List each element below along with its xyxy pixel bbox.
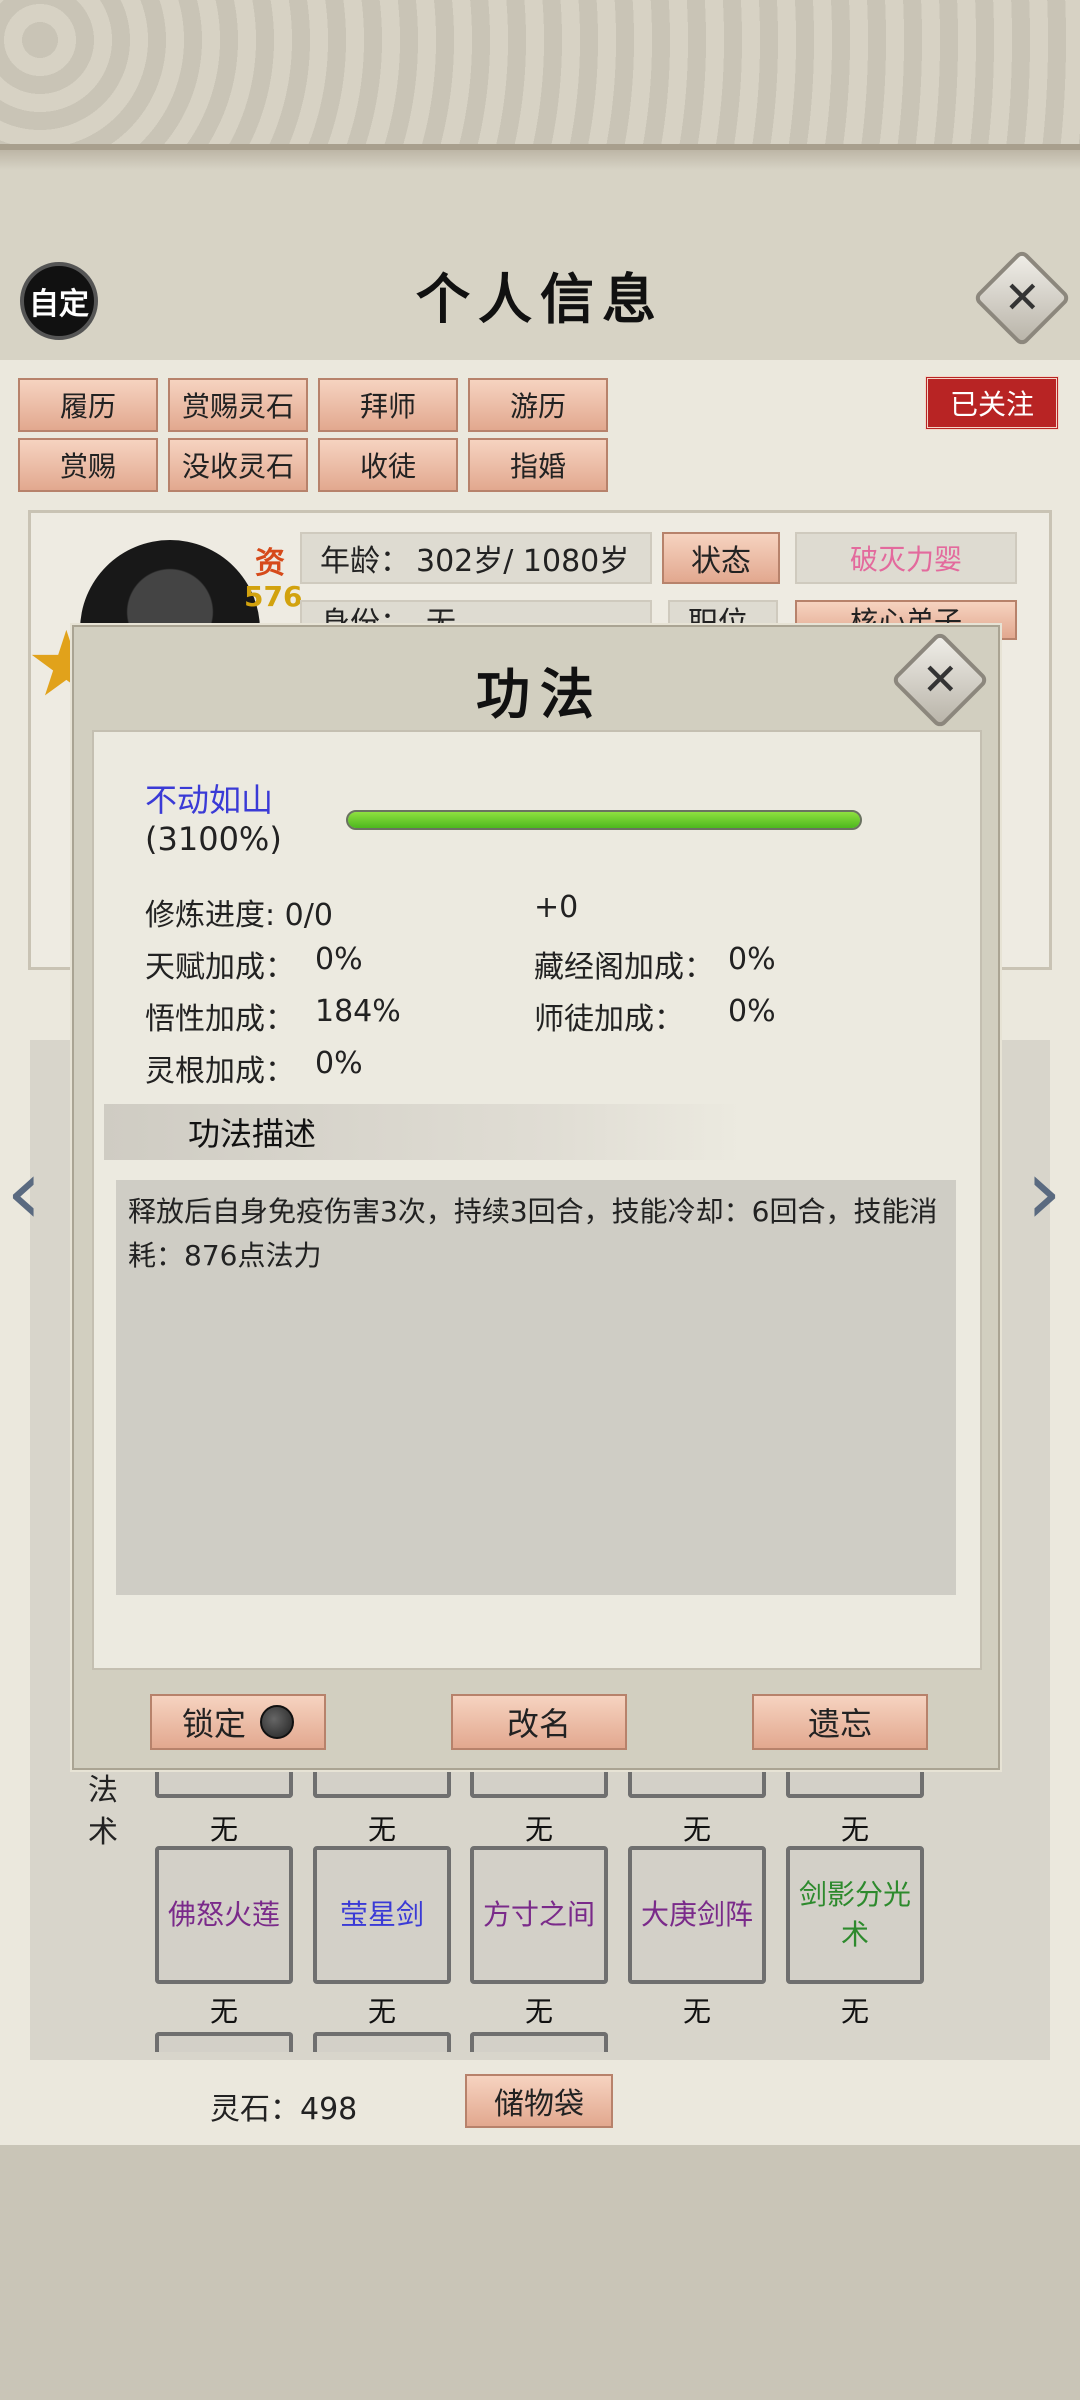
talent-stat-value: 0% (315, 942, 363, 977)
resume-button[interactable]: 履历 (18, 378, 158, 432)
top-decoration-shadow (0, 150, 1080, 170)
reward-stone-button[interactable]: 赏赐灵石 (168, 378, 308, 432)
page-title: 个人信息 (416, 267, 664, 331)
close-icon: ✕ (1003, 272, 1041, 323)
travel-button[interactable]: 游历 (468, 378, 608, 432)
skill-progress-bar (346, 810, 862, 830)
next-arrow-icon[interactable]: › (1026, 1140, 1062, 1245)
skill-section-label: 法 术 (88, 1770, 128, 1854)
slot-none-label: 无 (840, 1995, 869, 2028)
skill-slot-fo-nu-huo-lian[interactable]: 佛怒火莲 (155, 1846, 293, 1984)
top-decoration (0, 0, 1080, 150)
insight-stat-label: 悟性加成： (145, 1002, 295, 1037)
slot-none-label: 无 (367, 1995, 396, 2028)
skill-description: 释放后自身免疫伤害3次，持续3回合，技能冷却：6回合，技能消耗：876点法力 (116, 1180, 956, 1595)
aptitude-label: 资 (255, 546, 285, 581)
slot-none-label: 无 (524, 1995, 553, 2028)
lock-button[interactable]: 锁定 (150, 1694, 326, 1750)
master-stat-value: 0% (728, 994, 776, 1029)
skill-slot-ying-xing-jian[interactable]: 莹星剑 (313, 1846, 451, 1984)
skill-name: 不动如山 (145, 781, 274, 819)
skill-slot-name: 大庚剑阵 (640, 1898, 753, 1931)
age-value: 302岁/ 1080岁 (416, 544, 630, 579)
skill-slot-da-geng-jian-zhen[interactable]: 大庚剑阵 (628, 1846, 766, 1984)
page-close-button[interactable]: ✕ (972, 248, 1072, 348)
master-stat-label: 师徒加成： (534, 1002, 684, 1037)
progress-bonus: +0 (534, 890, 579, 925)
realm-badge: 破灭力婴 (795, 532, 1017, 584)
library-stat-label: 藏经阁加成： (534, 950, 714, 985)
library-stat-value: 0% (728, 942, 776, 977)
age-field: 年龄： 302岁/ 1080岁 (300, 532, 652, 584)
root-stat-value: 0% (315, 1046, 363, 1081)
progress-stat: 修炼进度: 0/0 (145, 898, 333, 933)
lock-button-label: 锁定 (181, 1705, 246, 1743)
slot-none-label: 无 (840, 1813, 869, 1846)
root-stat-label: 灵根加成： (145, 1054, 295, 1089)
insight-stat-value: 184% (315, 994, 401, 1029)
bottom-strip (0, 2145, 1080, 2400)
skill-slot-name: 方寸之间 (482, 1898, 595, 1931)
age-label: 年龄： (320, 544, 410, 579)
prev-arrow-icon[interactable]: ‹ (6, 1140, 42, 1245)
slot-none-label: 无 (367, 1813, 396, 1846)
spirit-stone-count: 灵石：498 (210, 2092, 358, 2127)
custom-button[interactable]: 自定 (20, 262, 98, 340)
confiscate-stone-button[interactable]: 没收灵石 (168, 438, 308, 492)
skill-slot-name: 佛怒火莲 (167, 1898, 280, 1931)
close-icon: ✕ (921, 654, 959, 705)
skill-section-label-2: 术 (88, 1815, 118, 1850)
forget-button[interactable]: 遗忘 (752, 1694, 928, 1750)
description-header: 功法描述 (104, 1104, 744, 1160)
skill-slot-name: 剑影分光术 (798, 1878, 911, 1951)
skill-slot-jian-ying-fen-guang[interactable]: 剑影分光术 (786, 1846, 924, 1984)
lock-toggle-icon (260, 1705, 294, 1739)
skill-progress-fill (348, 812, 860, 828)
skill-slot-name: 莹星剑 (339, 1898, 424, 1931)
skill-slot-bottom-2[interactable] (313, 2032, 451, 2052)
slot-none-label: 无 (682, 1813, 711, 1846)
modal-title: 功法 (476, 662, 604, 726)
arrange-marriage-button[interactable]: 指婚 (468, 438, 608, 492)
take-master-button[interactable]: 拜师 (318, 378, 458, 432)
rename-button[interactable]: 改名 (451, 1694, 627, 1750)
skill-percent: (3100%) (145, 820, 282, 858)
skill-section-label-1: 法 (88, 1773, 118, 1808)
skill-slot-fang-cun-zhi-jian[interactable]: 方寸之间 (470, 1846, 608, 1984)
followed-badge[interactable]: 已关注 (925, 376, 1059, 430)
slot-none-label: 无 (682, 1995, 711, 2028)
slot-none-label: 无 (524, 1813, 553, 1846)
talent-stat-label: 天赋加成： (145, 950, 295, 985)
skill-slot-bottom-1[interactable] (155, 2032, 293, 2052)
slot-none-label: 无 (209, 1995, 238, 2028)
storage-bag-button[interactable]: 储物袋 (465, 2074, 613, 2128)
skill-slot-bottom-3[interactable] (470, 2032, 608, 2052)
status-button[interactable]: 状态 (662, 532, 780, 584)
take-apprentice-button[interactable]: 收徒 (318, 438, 458, 492)
slot-none-label: 无 (209, 1813, 238, 1846)
reward-button[interactable]: 赏赐 (18, 438, 158, 492)
aptitude-value: 576 (244, 580, 303, 613)
